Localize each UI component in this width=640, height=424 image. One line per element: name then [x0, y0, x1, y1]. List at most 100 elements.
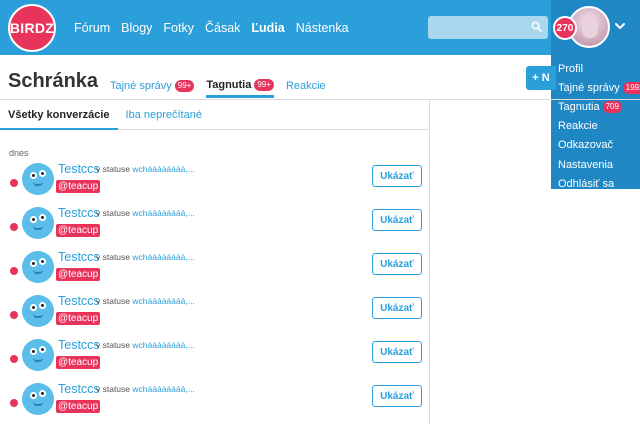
menu-item-label: Odhlásiť sa — [558, 177, 615, 190]
menu-item-odhlasit[interactable]: Odhlásiť sa — [551, 174, 640, 193]
tab-reakcie[interactable]: Reakcie — [286, 72, 326, 98]
list-item[interactable]: Testccs v statuse wcháááááááá,... @teacu… — [0, 293, 429, 333]
avatar-eye — [39, 214, 46, 221]
list-item[interactable]: Testccs v statuse wcháááááááá,... @teacu… — [0, 249, 429, 289]
avatar-mouth — [33, 314, 43, 318]
avatar[interactable] — [22, 295, 54, 327]
unread-dot — [10, 223, 18, 231]
avatar-eye — [30, 172, 37, 179]
unread-dot — [10, 355, 18, 363]
user-link[interactable]: Testccs — [58, 338, 100, 352]
nav-item-casak[interactable]: Čásak — [205, 21, 240, 35]
tab-label: Tajné správy — [110, 80, 172, 92]
avatar-eye — [39, 170, 46, 177]
list-item[interactable]: Testccs v statuse wcháááááááá,... @teacu… — [0, 381, 429, 421]
main-nav: Fórum Blogy Fotky Čásak Ľudia Nástenka — [74, 0, 360, 55]
menu-item-label: Nastavenia — [558, 158, 614, 171]
list-item[interactable]: Testccs v statuse wcháááááááá,... @teacu… — [0, 337, 429, 377]
list-item[interactable]: Testccs v statuse wcháááááááá,... @teacu… — [0, 161, 429, 201]
menu-item-label: Tagnutia — [558, 100, 600, 113]
inbox-tabs: Tajné správy 99+ Tagnutia 99+ Reakcie — [110, 72, 338, 100]
user-link[interactable]: Testccs — [58, 206, 100, 220]
mention-tag: @teacup — [56, 268, 101, 281]
show-button[interactable]: Ukázať — [372, 253, 422, 275]
notification-text: v statuse wcháááááááá,... — [96, 208, 195, 218]
avatar[interactable] — [22, 383, 54, 415]
notification-text: v statuse wcháááááááá,... — [96, 164, 195, 174]
notification-prefix: v statuse — [96, 384, 131, 394]
notification-prefix: v statuse — [96, 164, 131, 174]
unread-dot — [10, 267, 18, 275]
show-button[interactable]: Ukázať — [372, 385, 422, 407]
notification-text: v statuse wcháááááááá,... — [96, 340, 195, 350]
search-input[interactable] — [428, 16, 548, 39]
menu-item-reakcie[interactable]: Reakcie — [551, 117, 640, 136]
nav-item-blogy[interactable]: Blogy — [121, 21, 152, 35]
tab-tajne-spravy[interactable]: Tajné správy 99+ — [110, 72, 195, 98]
nav-item-fotky[interactable]: Fotky — [163, 21, 194, 35]
notification-prefix: v statuse — [96, 252, 131, 262]
show-button[interactable]: Ukázať — [372, 297, 422, 319]
tab-unread-only[interactable]: Iba neprečítané — [118, 100, 210, 130]
avatar[interactable] — [22, 163, 54, 195]
nav-item-nastenka[interactable]: Nástenka — [296, 21, 349, 35]
tab-tagnutia[interactable]: Tagnutia 99+ — [206, 72, 274, 98]
user-menu: Profil Tajné správy1992 Tagnutia709 Reak… — [551, 55, 640, 193]
status-link[interactable]: wcháááááááá,... — [132, 340, 194, 350]
menu-item-nastavenia[interactable]: Nastavenia — [551, 155, 640, 174]
show-button[interactable]: Ukázať — [372, 341, 422, 363]
tab-label: Tagnutia — [206, 78, 252, 91]
mention-tag: @teacup — [56, 312, 101, 325]
avatar-mouth — [33, 182, 43, 186]
tab-count-badge: 99+ — [254, 78, 274, 91]
notification-prefix: v statuse — [96, 208, 131, 218]
user-link[interactable]: Testccs — [58, 250, 100, 264]
status-link[interactable]: wcháááááááá,... — [132, 208, 194, 218]
nav-item-ludia[interactable]: Ľudia — [251, 21, 284, 35]
menu-item-odkazovac[interactable]: Odkazovač — [551, 136, 640, 155]
tab-count-badge: 99+ — [174, 80, 195, 92]
site-logo[interactable]: BIRDZ — [8, 4, 56, 52]
page-title: Schránka — [8, 70, 99, 92]
mention-tag: @teacup — [56, 180, 101, 193]
avatar[interactable] — [22, 251, 54, 283]
status-link[interactable]: wcháááááááá,... — [132, 296, 194, 306]
avatar-eye — [30, 392, 37, 399]
avatar-mouth — [33, 358, 43, 362]
tab-all-conversations[interactable]: Všetky konverzácie — [0, 100, 118, 130]
status-link[interactable]: wcháááááááá,... — [132, 384, 194, 394]
menu-count-badge: 709 — [602, 100, 622, 113]
menu-item-profil[interactable]: Profil — [551, 59, 640, 78]
menu-item-label: Tajné správy — [558, 81, 620, 94]
list-item[interactable]: Testccs v statuse wcháááááááá,... @teacu… — [0, 205, 429, 245]
user-link[interactable]: Testccs — [58, 162, 100, 176]
avatar-eye — [39, 346, 46, 353]
column-divider — [429, 100, 430, 424]
menu-item-tagnutia[interactable]: Tagnutia 709 — [551, 97, 640, 116]
avatar-eye — [30, 216, 37, 223]
status-link[interactable]: wcháááááááá,... — [132, 252, 194, 262]
notification-count-badge[interactable]: 270 — [553, 16, 577, 40]
tab-label: Reakcie — [285, 80, 326, 92]
menu-item-label: Reakcie — [558, 120, 598, 133]
menu-item-tajne-spravy[interactable]: Tajné správy1992 — [551, 78, 640, 97]
chevron-down-icon[interactable] — [614, 20, 626, 32]
show-button[interactable]: Ukázať — [372, 209, 422, 231]
mention-tag: @teacup — [56, 224, 101, 237]
menu-item-label: Profil — [558, 62, 584, 75]
avatar-eye — [39, 302, 46, 309]
show-button[interactable]: Ukázať — [372, 165, 422, 187]
search-icon[interactable] — [531, 21, 542, 32]
avatar-eye — [30, 304, 37, 311]
user-link[interactable]: Testccs — [58, 294, 100, 308]
unread-dot — [10, 399, 18, 407]
avatar[interactable] — [22, 207, 54, 239]
notification-prefix: v statuse — [96, 340, 131, 350]
user-link[interactable]: Testccs — [58, 382, 100, 396]
avatar[interactable] — [22, 339, 54, 371]
status-link[interactable]: wcháááááááá,... — [132, 164, 194, 174]
nav-item-forum[interactable]: Fórum — [74, 21, 110, 35]
new-message-button[interactable]: + N — [526, 66, 556, 90]
day-label: dnes — [9, 148, 29, 158]
notification-text: v statuse wcháááááááá,... — [96, 384, 195, 394]
